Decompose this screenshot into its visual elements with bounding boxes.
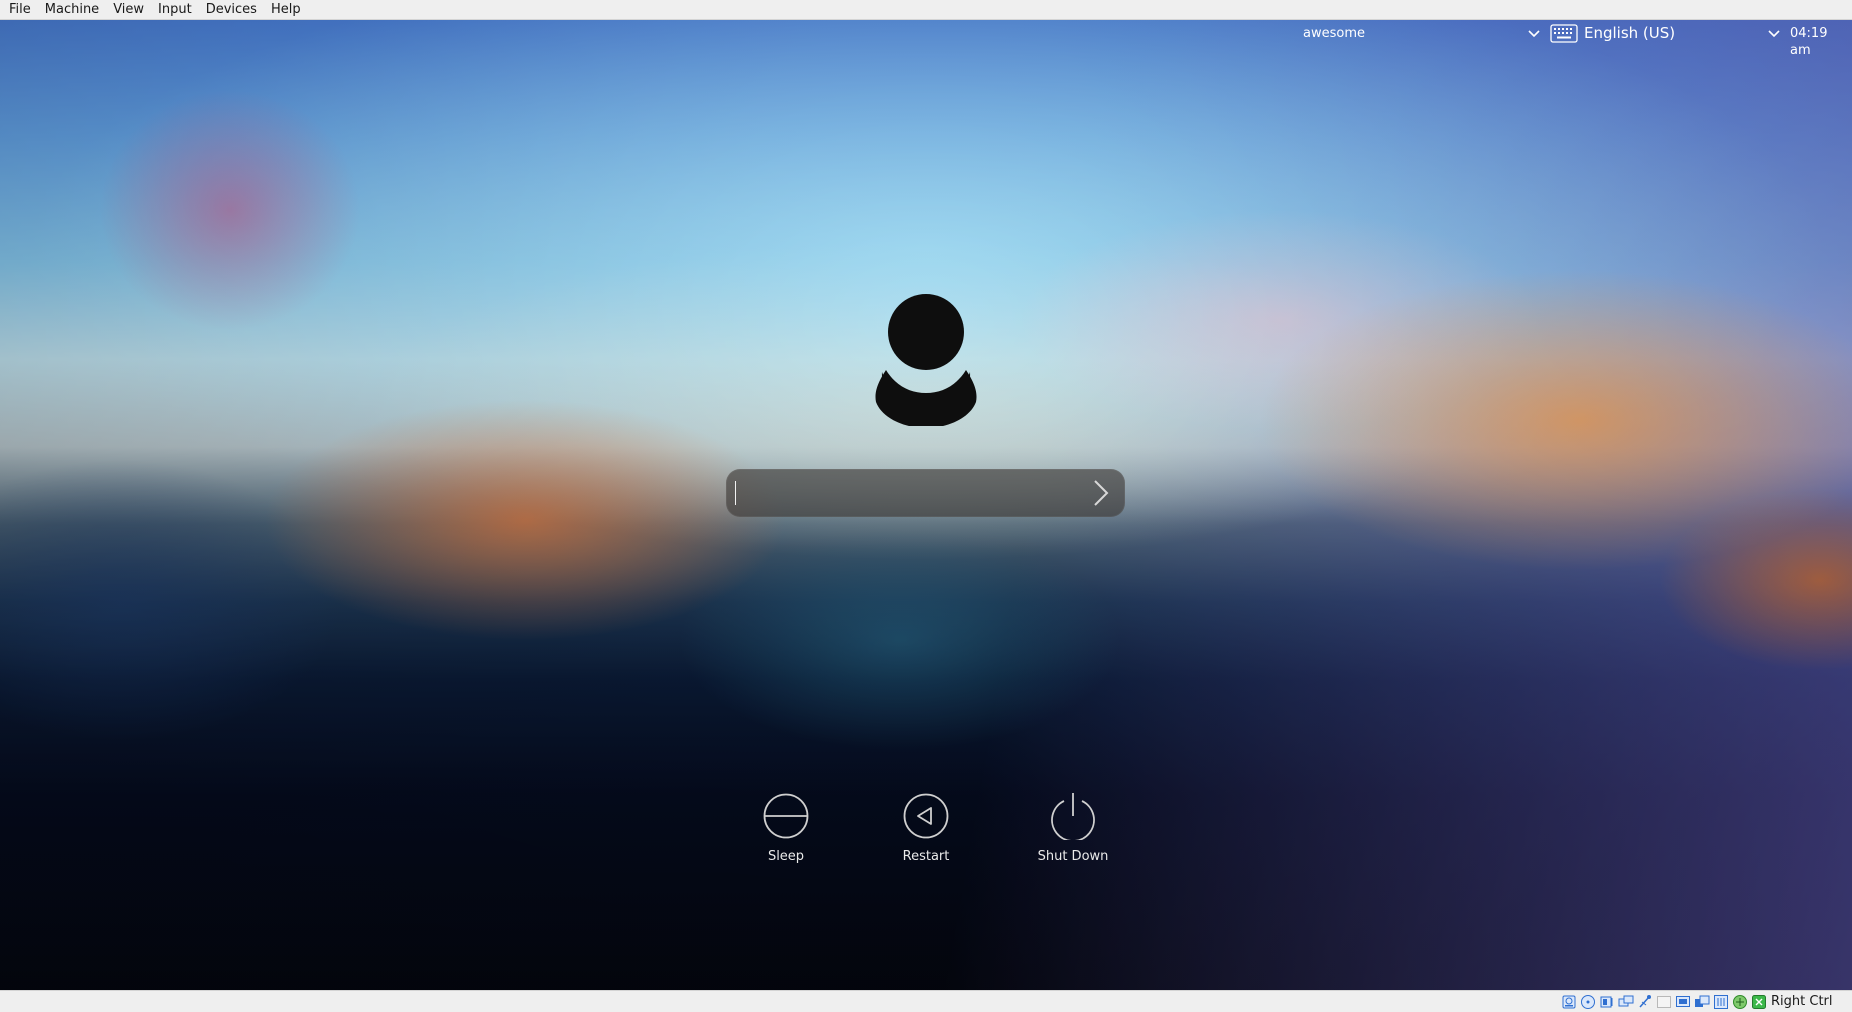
sleep-label: Sleep [767,849,805,864]
lock-screen: awesome English (US) 04:19 am Sleep Rest… [0,20,1852,990]
optical-drive-icon[interactable] [1580,994,1596,1010]
sleep-icon [763,793,809,839]
menu-input[interactable]: Input [149,0,197,19]
chevron-down-icon[interactable] [1527,27,1541,41]
restart-label: Restart [902,849,950,864]
password-input[interactable] [734,477,1068,511]
submit-arrow-icon[interactable] [1090,479,1112,507]
host-key-label: Right Ctrl [1771,994,1833,1009]
vbox-statusbar: Right Ctrl [0,990,1852,1012]
password-field[interactable] [726,469,1125,517]
display-icon[interactable] [1675,994,1691,1010]
shared-folders-icon[interactable] [1656,994,1672,1010]
chevron-down-icon[interactable] [1767,27,1781,41]
restart-button[interactable]: Restart [866,792,986,872]
shutdown-label: Shut Down [1037,849,1109,864]
menu-file[interactable]: File [0,0,36,19]
status-icons [1561,994,1767,1010]
session-selector[interactable]: awesome [1303,26,1365,42]
vbox-menubar: File Machine View Input Devices Help [0,0,1852,20]
hard-disk-icon[interactable] [1561,994,1577,1010]
keyboard-layout-label[interactable]: English (US) [1584,23,1675,43]
mouse-integration-icon[interactable] [1713,994,1729,1010]
sleep-button[interactable]: Sleep [726,792,846,872]
text-caret [735,481,736,505]
clock: 04:19 am [1790,26,1828,58]
host-key-icon[interactable] [1751,994,1767,1010]
menu-machine[interactable]: Machine [36,0,104,19]
power-icon [1051,793,1095,840]
network-icon[interactable] [1618,994,1634,1010]
user-avatar-icon [875,294,977,426]
shutdown-button[interactable]: Shut Down [1013,792,1133,872]
menu-help[interactable]: Help [262,0,306,19]
keyboard-capture-icon[interactable] [1732,994,1748,1010]
keyboard-icon[interactable] [1550,24,1578,43]
video-capture-icon[interactable] [1694,994,1710,1010]
usb-icon[interactable] [1637,994,1653,1010]
menu-view[interactable]: View [104,0,149,19]
audio-icon[interactable] [1599,994,1615,1010]
restart-icon [903,793,949,839]
menu-devices[interactable]: Devices [197,0,262,19]
